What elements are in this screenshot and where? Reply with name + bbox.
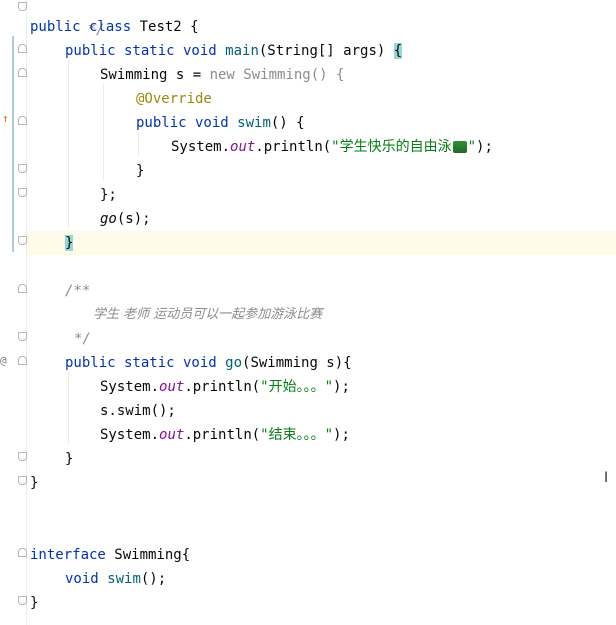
statement-end: ); bbox=[333, 427, 350, 443]
closing-brace: } bbox=[30, 475, 39, 491]
method-params: (Swimming s){ bbox=[242, 355, 352, 371]
code-line: public static void main(String[] args) { bbox=[65, 39, 616, 63]
keyword: public void bbox=[136, 115, 229, 131]
interface-declaration: Swimming{ bbox=[105, 547, 191, 563]
class-ref: System. bbox=[100, 427, 160, 443]
code-line: interface Swimming{ bbox=[30, 543, 610, 567]
code-line: @Override bbox=[136, 87, 616, 111]
swimmer-emoji-icon bbox=[452, 141, 467, 153]
code-line: 学生 老师 运动员可以一起参加游泳比赛 bbox=[93, 303, 616, 327]
code-line: go(s); bbox=[100, 207, 616, 231]
code-line: } bbox=[136, 159, 616, 183]
closing-brace: } bbox=[136, 163, 145, 179]
code-area[interactable]: */ public class Test2 { public static vo… bbox=[0, 0, 616, 625]
method-params: (String[] args) bbox=[258, 43, 394, 59]
method-params: () { bbox=[270, 115, 305, 131]
matched-brace: { bbox=[393, 43, 403, 59]
static-field: out bbox=[159, 427, 185, 443]
method-name: main bbox=[225, 43, 259, 59]
static-field: out bbox=[159, 379, 185, 395]
method-call: .println( bbox=[255, 139, 332, 155]
code-line: }; bbox=[100, 183, 616, 207]
class-ref: System. bbox=[100, 379, 160, 395]
code-line: */ bbox=[74, 327, 616, 351]
javadoc-text: 学生 老师 运动员可以一起参加游泳比赛 bbox=[93, 307, 323, 322]
method-name: swim bbox=[237, 115, 271, 131]
closing-brace: }; bbox=[100, 187, 117, 203]
code-line: } bbox=[65, 447, 616, 471]
keyword-new: new bbox=[209, 67, 235, 83]
text-cursor-icon: I bbox=[604, 470, 609, 486]
code-line: void swim(); bbox=[65, 567, 616, 591]
code-line: System.out.println("结束。。。"); bbox=[100, 423, 616, 447]
anonymous-class: Swimming() { bbox=[234, 67, 345, 83]
closing-brace: } bbox=[65, 451, 74, 467]
code-line: public class Test2 { bbox=[30, 15, 610, 39]
current-line: } bbox=[27, 231, 616, 255]
string-literal: "学生快乐的自由泳 bbox=[331, 139, 452, 155]
code-line: System.out.println("开始。。。"); bbox=[100, 375, 616, 399]
keyword: public class bbox=[30, 19, 132, 35]
method-call: go bbox=[100, 211, 117, 227]
code-line: s.swim(); bbox=[100, 399, 616, 423]
string-literal: "结束。。。" bbox=[260, 427, 334, 443]
method-name: swim bbox=[107, 571, 141, 587]
code-line: System.out.println("学生快乐的自由泳 "); bbox=[171, 135, 616, 159]
statement-end: ); bbox=[333, 379, 350, 395]
method-call: .println( bbox=[184, 427, 261, 443]
statement-end: ); bbox=[476, 139, 493, 155]
method-call: .println( bbox=[184, 379, 261, 395]
method-params: (); bbox=[140, 571, 167, 587]
code-line: Swimming s = new Swimming() { bbox=[100, 63, 616, 87]
method-args: (s); bbox=[116, 211, 151, 227]
javadoc-start: /** bbox=[65, 283, 91, 299]
class-ref: System. bbox=[171, 139, 231, 155]
variable-declaration: Swimming s = bbox=[100, 67, 210, 83]
code-editor[interactable]: ↑ @ */ public class Test2 { public stati… bbox=[0, 0, 616, 625]
method-name: go bbox=[225, 355, 243, 371]
matched-brace: } bbox=[65, 235, 74, 251]
string-literal: "开始。。。" bbox=[260, 379, 334, 395]
string-literal: " bbox=[467, 139, 477, 155]
keyword: interface bbox=[30, 547, 106, 563]
code-line: public static void go(Swimming s){ bbox=[65, 351, 616, 375]
keyword: public static void bbox=[65, 355, 217, 371]
javadoc-end: */ bbox=[74, 331, 91, 347]
annotation: @Override bbox=[136, 91, 212, 107]
code-line: } bbox=[30, 591, 610, 615]
code-line: /** bbox=[65, 279, 616, 303]
closing-brace: } bbox=[30, 595, 39, 611]
method-call: s.swim(); bbox=[100, 403, 176, 419]
keyword: public static void bbox=[65, 43, 217, 59]
class-declaration: Test2 { bbox=[131, 19, 199, 35]
code-line: public void swim() { bbox=[136, 111, 616, 135]
static-field: out bbox=[230, 139, 256, 155]
keyword: void bbox=[65, 571, 99, 587]
code-line: } bbox=[30, 471, 610, 495]
